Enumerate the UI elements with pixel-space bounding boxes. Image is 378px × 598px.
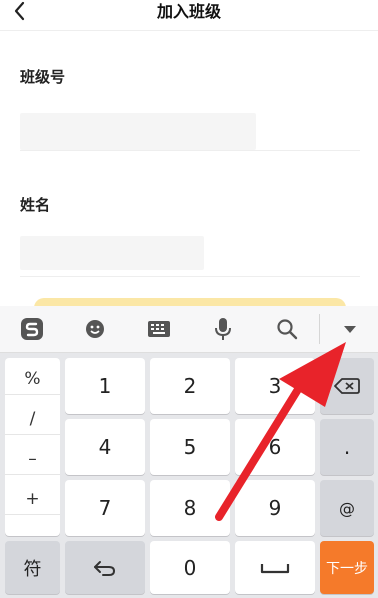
annotation-arrow	[215, 342, 346, 521]
